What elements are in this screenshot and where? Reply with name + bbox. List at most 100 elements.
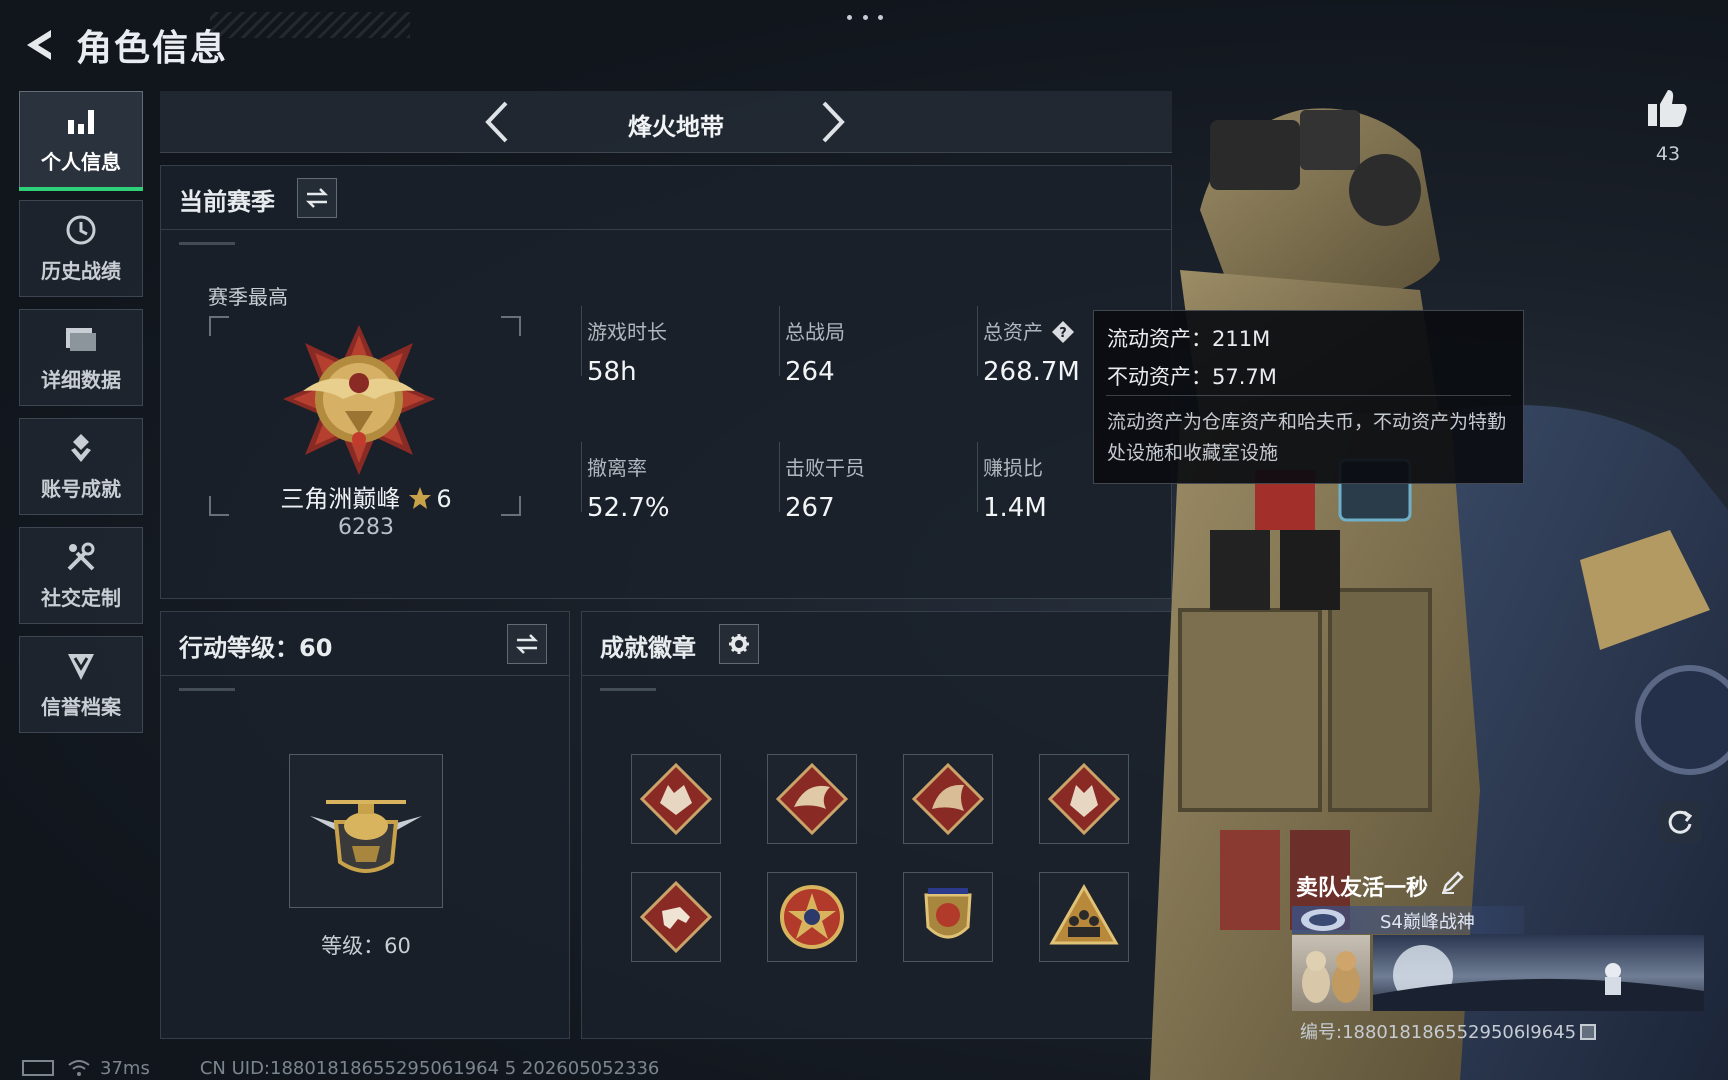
sidebar-item-detailed-data[interactable]: 详细数据 (19, 309, 143, 406)
sidebar-item-personal-info[interactable]: 个人信息 (19, 91, 143, 191)
mode-selector: 烽火地带 (160, 91, 1172, 153)
tooltip-description: 流动资产为仓库资产和哈夫币，不动资产为特勤处设施和收藏室设施 (1107, 411, 1507, 464)
rank-score: 6283 (338, 515, 394, 540)
refresh-icon[interactable] (1659, 801, 1701, 843)
sidebar-item-social[interactable]: 社交定制 (19, 527, 143, 624)
squad-badge-icon[interactable] (1039, 872, 1129, 962)
next-mode-icon[interactable] (812, 101, 854, 143)
badge-settings-button[interactable] (719, 624, 759, 664)
helicopter-badge-icon (310, 800, 422, 873)
back-arrow-icon[interactable] (18, 23, 62, 67)
space-banner-image (1373, 935, 1704, 1011)
title-badge-icon (1298, 907, 1348, 933)
star-medal-badge-icon[interactable] (767, 872, 857, 962)
sidebar-item-label: 历史战绩 (41, 259, 121, 283)
uid-text: CN UID:18801818655295061964 5 2026050523… (199, 1057, 660, 1079)
current-season-panel: 当前赛季 赛季最高 三角洲巅峰 6 6283 游戏时长 58h 总战局 264 … (160, 165, 1172, 599)
bar-chart-icon (64, 104, 98, 138)
player-title-bar: S4巅峰战神 (1292, 906, 1524, 934)
season-title: 当前赛季 (179, 188, 275, 216)
like-count: 43 (1655, 143, 1681, 165)
status-footer: 37ms CN UID:18801818655295061964 5 20260… (22, 1056, 659, 1080)
page-title: 角色信息 (76, 28, 229, 69)
season-best-label: 赛季最高 (208, 285, 288, 309)
stat-extraction-rate: 撤离率 52.7% (587, 452, 767, 523)
liquid-assets: 流动资产：211M (1107, 327, 1271, 351)
header-dash (179, 688, 235, 691)
runner-badge-icon[interactable] (631, 872, 721, 962)
stat-value: 267 (785, 493, 835, 523)
switch-season-button[interactable] (297, 178, 337, 218)
header-dash (179, 242, 235, 245)
more-options-icon[interactable] (847, 10, 883, 24)
player-card: 卖队友活一秒 S4巅峰战神 编号:1880181865529506l9645 (1290, 862, 1704, 1044)
gear-icon (729, 634, 749, 654)
copy-icon[interactable] (1580, 1024, 1597, 1040)
rank-stars: 6 (436, 485, 452, 513)
svg-text:?: ? (1059, 326, 1067, 341)
tools-icon (64, 540, 98, 574)
achievement-title: 成就徽章 (600, 634, 696, 662)
divider (779, 442, 780, 512)
shield-badge-icon[interactable] (903, 872, 993, 962)
action-level-title: 行动等级：60 (179, 634, 333, 662)
sidebar-item-label: 社交定制 (41, 586, 121, 610)
level-badge (289, 754, 443, 908)
previous-mode-icon[interactable] (476, 101, 518, 143)
sidebar-item-achievements[interactable]: 账号成就 (19, 418, 143, 515)
stat-label: 总战局 (785, 320, 845, 344)
sidebar-item-history[interactable]: 历史战绩 (19, 200, 143, 297)
stat-play-time: 游戏时长 58h (587, 316, 767, 387)
rank-name: 三角洲巅峰 (280, 485, 401, 513)
achievement-badges-panel: 成就徽章 (581, 611, 1172, 1039)
swap-icon (305, 188, 329, 208)
divider (977, 306, 978, 376)
rank-emblem-icon (279, 321, 439, 481)
wolf-badge-icon[interactable] (631, 754, 721, 844)
stat-label-text: 总资产 (983, 320, 1043, 344)
wifi-icon (68, 1060, 90, 1076)
player-title: S4巅峰战神 (1380, 912, 1475, 933)
thumbs-up-icon[interactable] (1646, 86, 1690, 130)
history-icon (64, 213, 98, 247)
dragon-badge-icon[interactable] (767, 754, 857, 844)
sidebar-item-label: 个人信息 (41, 150, 121, 174)
divider (581, 442, 582, 512)
stat-label: 击败干员 (785, 456, 865, 480)
stat-operators-defeated: 击败干员 267 (785, 452, 965, 523)
player-id-text: 编号:1880181865529506l9645 (1300, 1022, 1577, 1043)
rank-name-row: 三角洲巅峰 6 (221, 479, 511, 516)
dragon-badge-2-icon[interactable] (903, 754, 993, 844)
sidebar: 个人信息 历史战绩 详细数据 账号成就 社交定制 信誉档案 (19, 91, 143, 745)
divider (581, 306, 582, 376)
header-dash (600, 688, 656, 691)
stat-value: 264 (785, 357, 835, 387)
panel-header: 当前赛季 (161, 166, 1171, 230)
stat-label: 游戏时长 (587, 320, 667, 344)
sidebar-item-credibility[interactable]: 信誉档案 (19, 636, 143, 733)
fixed-assets: 不动资产：57.7M (1107, 365, 1277, 389)
player-name: 卖队友活一秒 (1296, 876, 1429, 901)
edit-pencil-icon[interactable] (1440, 869, 1468, 897)
credibility-icon (64, 649, 98, 683)
panel-header: 成就徽章 (582, 612, 1171, 676)
header: 角色信息 (18, 20, 228, 70)
divider (779, 306, 780, 376)
action-level-panel: 行动等级：60 等级：60 (160, 611, 570, 1039)
dog-photo (1292, 935, 1370, 1011)
sidebar-item-label: 账号成就 (41, 477, 121, 501)
battery-icon (22, 1060, 54, 1076)
mode-title: 烽火地带 (628, 113, 724, 141)
stat-value: 52.7% (587, 493, 670, 523)
stat-value: 58h (587, 357, 637, 387)
help-icon[interactable]: ? (1051, 320, 1075, 344)
assets-tooltip: 流动资产：211M 不动资产：57.7M 流动资产为仓库资产和哈夫币，不动资产为… (1093, 310, 1524, 484)
switch-level-button[interactable] (507, 624, 547, 664)
sidebar-item-label: 信誉档案 (41, 695, 121, 719)
title-decoration (210, 12, 410, 38)
wolf-badge-2-icon[interactable] (1039, 754, 1129, 844)
stat-label: 撤离率 (587, 456, 647, 480)
swap-icon (515, 634, 539, 654)
star-icon (408, 486, 432, 516)
folder-icon (64, 322, 98, 356)
